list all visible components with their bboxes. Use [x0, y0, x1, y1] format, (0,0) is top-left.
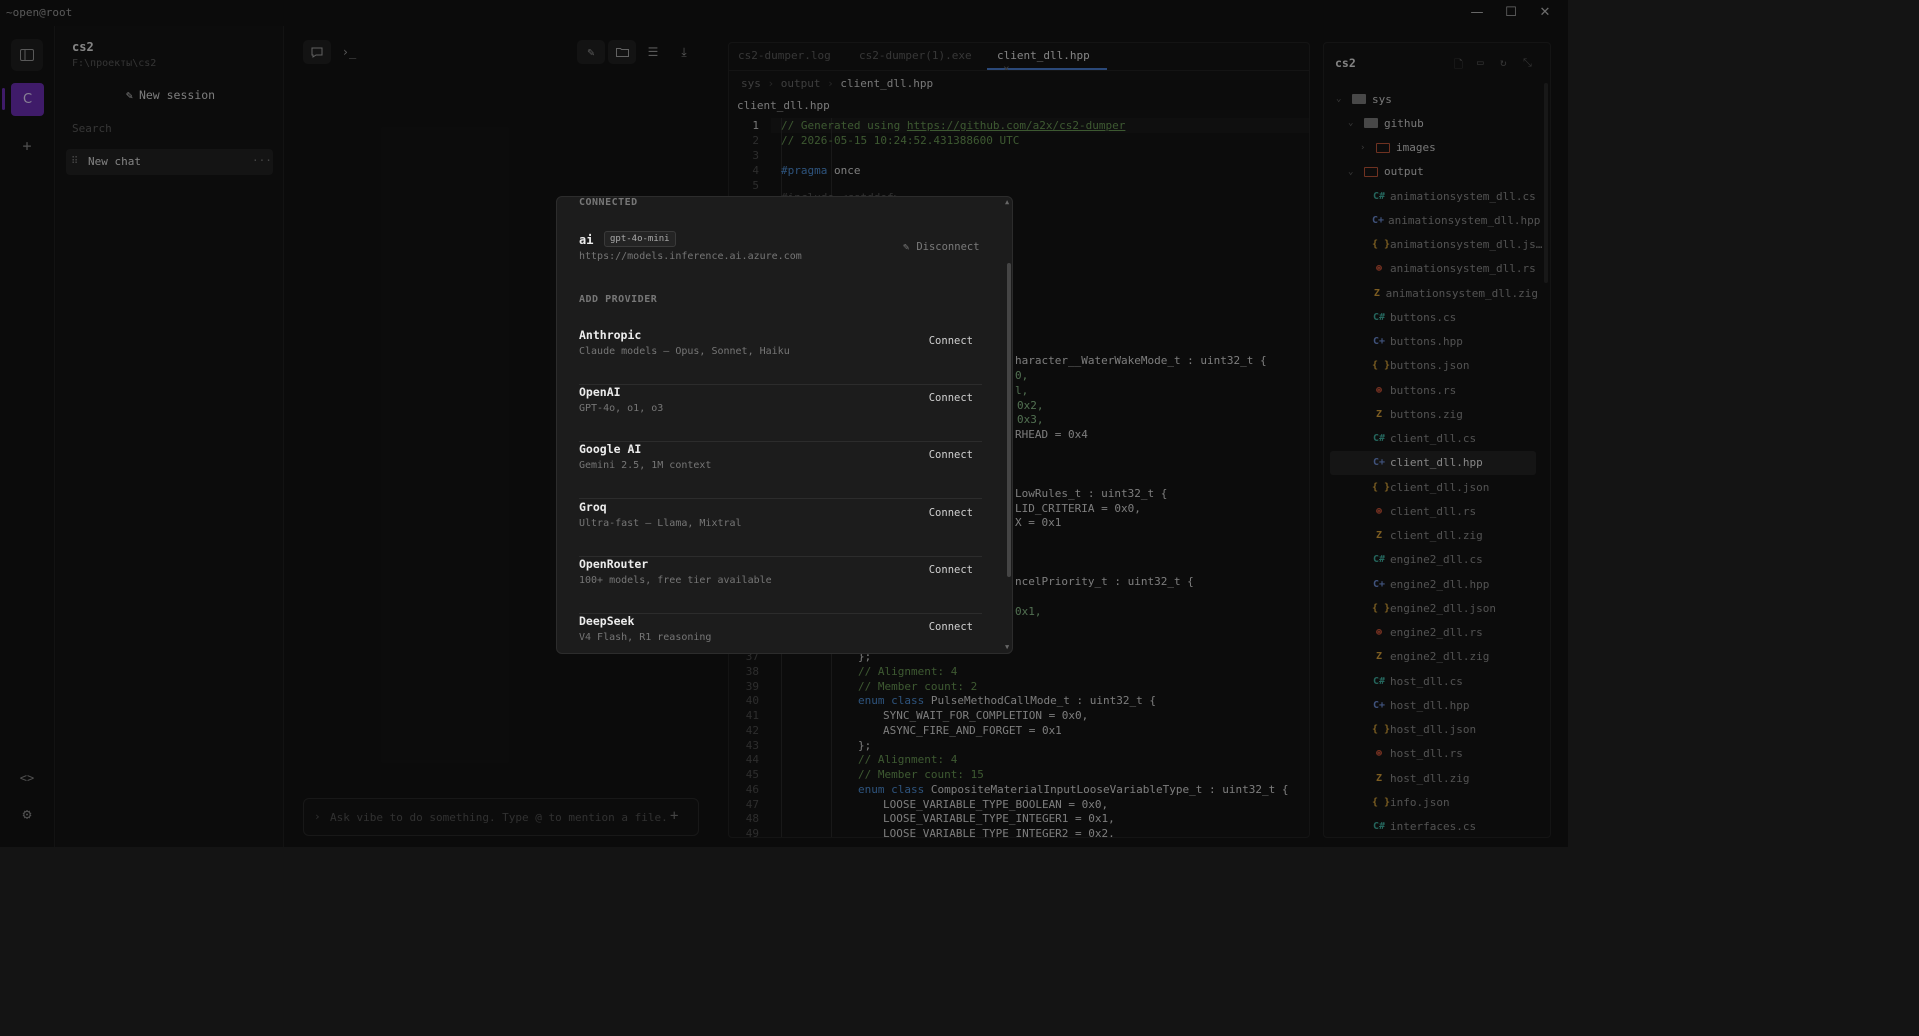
- provider-row-openrouter: OpenRouter 100+ models, free tier availab…: [579, 557, 982, 614]
- connect-button[interactable]: Connect: [929, 621, 973, 633]
- provider-name: DeepSeek: [579, 614, 635, 628]
- scroll-down-icon[interactable]: ▼: [1005, 643, 1009, 651]
- connect-button[interactable]: Connect: [929, 507, 973, 519]
- provider-name: Anthropic: [579, 328, 642, 342]
- modal-scrollbar-thumb[interactable]: [1007, 263, 1011, 577]
- connect-button[interactable]: Connect: [929, 392, 973, 404]
- connect-button[interactable]: Connect: [929, 564, 973, 576]
- provider-row-openai: OpenAI GPT-4o, o1, o3 Connect: [579, 385, 982, 443]
- connected-provider-url: https://models.inference.ai.azure.com: [579, 251, 802, 262]
- pencil-icon: ✎: [903, 241, 910, 253]
- provider-name: OpenAI: [579, 385, 621, 400]
- connected-heading: CONNECTED: [579, 197, 638, 208]
- provider-description: Gemini 2.5, 1M context: [579, 460, 712, 472]
- add-provider-heading: ADD PROVIDER: [579, 294, 658, 305]
- connected-provider-name: ai: [579, 233, 594, 247]
- provider-row-anthropic: Anthropic Claude models — Opus, Sonnet, H…: [579, 328, 982, 385]
- scroll-up-icon[interactable]: ▲: [1005, 198, 1009, 206]
- provider-name: OpenRouter: [579, 556, 649, 571]
- provider-name: Google AI: [579, 442, 642, 457]
- provider-description: Claude models — Opus, Sonnet, Haiku: [579, 346, 790, 357]
- provider-description: V4 Flash, R1 reasoning: [579, 632, 712, 643]
- model-badge: gpt-4o-mini: [604, 231, 676, 247]
- provider-description: GPT-4o, o1, o3: [579, 403, 664, 415]
- provider-modal: CONNECTED ai gpt-4o-mini https://models.…: [556, 196, 1013, 654]
- connect-button[interactable]: Connect: [929, 335, 973, 347]
- provider-name: Groq: [579, 499, 607, 514]
- disconnect-button[interactable]: ✎ Disconnect: [903, 241, 980, 253]
- provider-row-deepseek: DeepSeek V4 Flash, R1 reasoning Connect: [579, 614, 982, 653]
- connect-button[interactable]: Connect: [929, 449, 973, 461]
- provider-description: 100+ models, free tier available: [579, 574, 772, 586]
- provider-row-google-ai: Google AI Gemini 2.5, 1M context Connect: [579, 442, 982, 500]
- provider-row-groq: Groq Ultra-fast — Llama, Mixtral Connect: [579, 500, 982, 557]
- disconnect-label: Disconnect: [916, 241, 980, 253]
- provider-description: Ultra-fast — Llama, Mixtral: [579, 517, 742, 529]
